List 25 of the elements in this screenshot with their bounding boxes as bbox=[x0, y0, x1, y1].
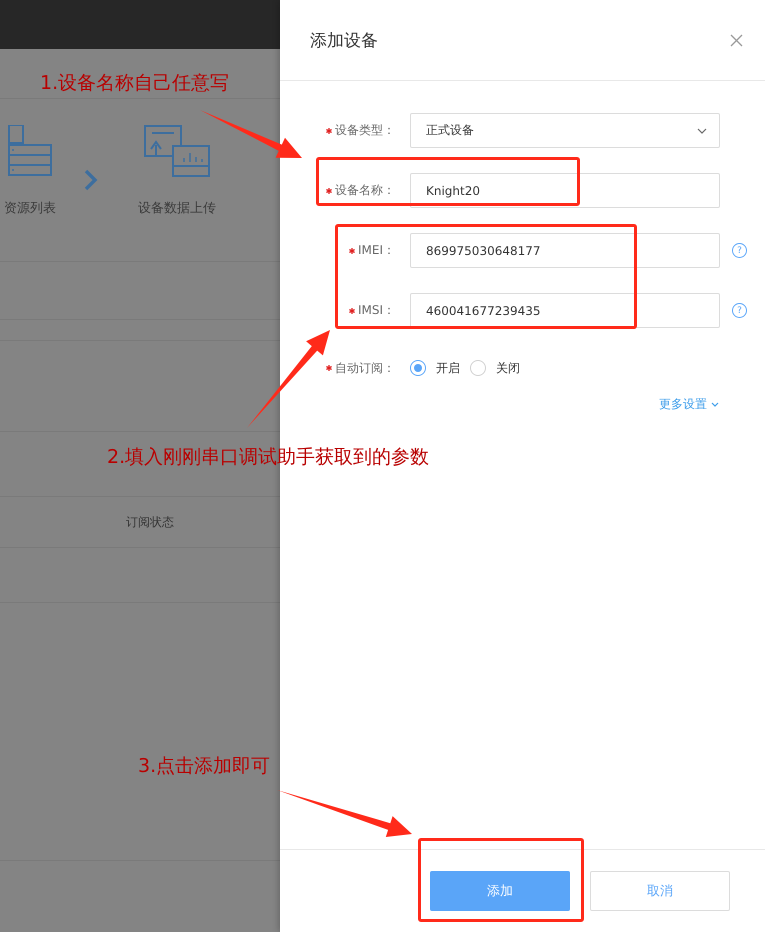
input-field[interactable]: 869975030648177 bbox=[410, 233, 720, 268]
chevron-down-icon bbox=[711, 402, 719, 407]
radio-option[interactable]: 开启 bbox=[410, 360, 460, 376]
radio-icon[interactable] bbox=[410, 360, 426, 376]
close-icon[interactable] bbox=[730, 34, 743, 46]
input-field[interactable]: 460041677239435 bbox=[410, 293, 720, 328]
radio-option[interactable]: 关闭 bbox=[470, 360, 520, 376]
data-upload-icon bbox=[144, 125, 210, 177]
server-list-icon bbox=[8, 125, 52, 177]
field-label: 设备名称： bbox=[335, 182, 395, 199]
input-field[interactable]: Knight20 bbox=[410, 173, 720, 208]
drawer-title: 添加设备 bbox=[310, 30, 378, 52]
device-type-select[interactable]: 正式设备 bbox=[410, 113, 720, 148]
field-label: 自动订阅： bbox=[335, 360, 395, 376]
step-label: 资源列表 bbox=[4, 200, 56, 217]
chevron-icon bbox=[84, 169, 98, 191]
field-label: IMSI： bbox=[358, 302, 395, 319]
step-label: 设备数据上传 bbox=[138, 200, 216, 217]
field-label: 设备类型： bbox=[335, 122, 395, 139]
annotation-text: 1.设备名称自己任意写 bbox=[40, 71, 230, 96]
radio-icon[interactable] bbox=[470, 360, 486, 376]
field-label: IMEI： bbox=[358, 242, 395, 259]
caret-icon bbox=[697, 128, 707, 134]
column-header: 订阅状态 bbox=[126, 514, 174, 530]
annotation-text: 3.点击添加即可 bbox=[138, 754, 270, 779]
